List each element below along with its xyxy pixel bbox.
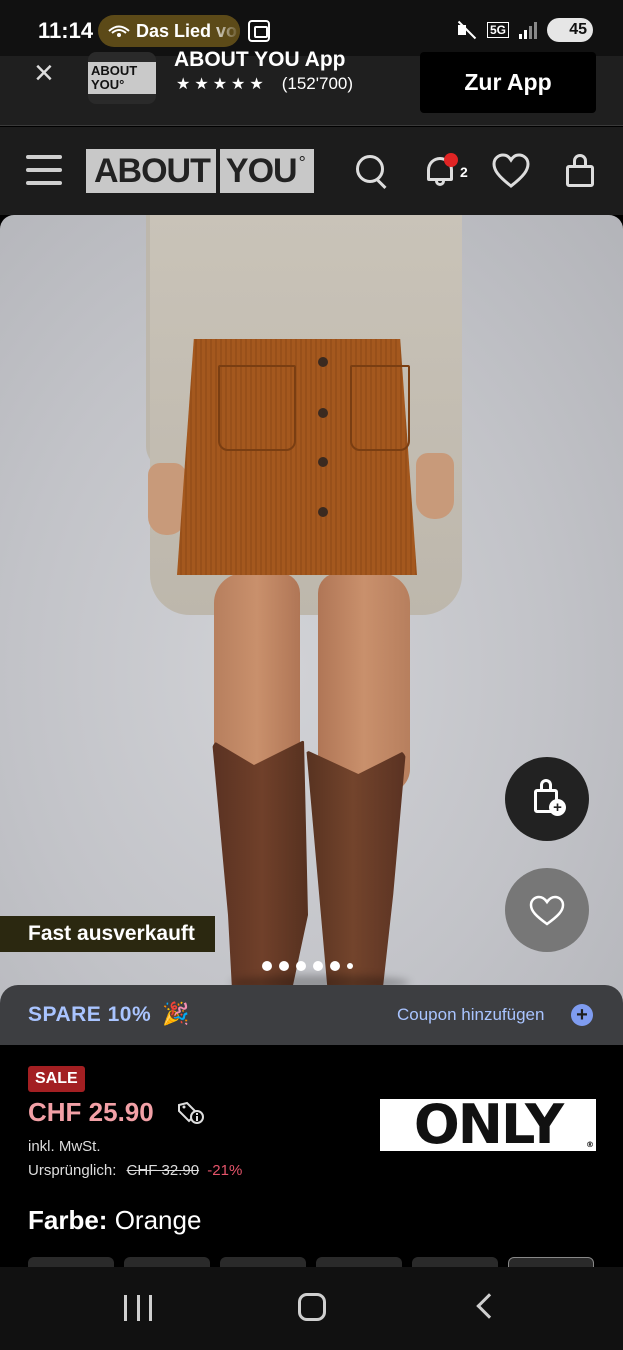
color-swatch[interactable] — [412, 1257, 498, 1267]
color-swatch[interactable] — [124, 1257, 210, 1267]
brand-registered-mark: ® — [586, 1140, 594, 1149]
color-swatch[interactable] — [28, 1257, 114, 1267]
signal-icon — [519, 21, 537, 39]
color-value: Orange — [114, 1205, 202, 1235]
color-swatch[interactable] — [316, 1257, 402, 1267]
battery-indicator: 45 — [547, 18, 593, 42]
tax-note: inkl. MwSt. — [28, 1138, 101, 1155]
app-rating: ★★★★★ (152'700) — [176, 74, 353, 94]
add-to-bag-button[interactable]: + — [505, 757, 589, 841]
media-wave-icon — [108, 25, 130, 37]
gallery-dot[interactable] — [347, 963, 353, 969]
product-image-gallery[interactable]: + Fast ausverkauft — [0, 215, 623, 1045]
logo-word-you: YOU — [225, 152, 298, 190]
gallery-dot[interactable] — [313, 961, 323, 971]
close-icon[interactable]: × — [34, 56, 54, 90]
site-header: ABOUT YOU ° 2 — [0, 127, 623, 215]
network-type: 5G — [486, 22, 509, 38]
brand-logo[interactable]: ONLY ® — [380, 1099, 596, 1151]
logo-mark: ° — [298, 153, 306, 173]
app-download-banner: × ABOUT YOU° ABOUT YOU App ★★★★★ (152'70… — [0, 48, 623, 126]
original-price-line: Ursprünglich: CHF 32.90 -21% — [28, 1162, 242, 1179]
add-coupon-link[interactable]: Coupon hinzufügen — [397, 1005, 544, 1025]
discount-percent: -21% — [207, 1162, 243, 1179]
original-price-label: Ursprünglich: — [28, 1162, 117, 1179]
menu-icon[interactable] — [26, 155, 62, 185]
add-coupon-plus-icon[interactable]: + — [571, 1004, 593, 1026]
price-tag-info-icon[interactable] — [177, 1101, 205, 1125]
gallery-dot[interactable] — [279, 961, 289, 971]
site-logo[interactable]: ABOUT YOU ° — [86, 149, 314, 193]
screen-capture-icon — [248, 20, 270, 42]
open-app-button[interactable]: Zur App — [420, 52, 596, 113]
app-logo: ABOUT YOU° — [88, 52, 156, 104]
search-icon[interactable] — [356, 155, 390, 189]
home-icon[interactable] — [298, 1293, 326, 1321]
status-time: 11:14 — [38, 18, 94, 43]
color-swatch[interactable] — [220, 1257, 306, 1267]
banner-title: ABOUT YOU App — [174, 48, 346, 71]
gallery-pagination[interactable] — [262, 961, 353, 971]
color-swatch[interactable] — [508, 1257, 594, 1267]
logo-word-about: ABOUT — [94, 152, 211, 190]
notification-count: 2 — [460, 164, 468, 180]
gallery-dot[interactable] — [262, 961, 272, 971]
app-logo-text: ABOUT YOU° — [88, 62, 156, 94]
heart-icon — [529, 895, 565, 926]
coupon-bar: SPARE 10% 🎉 Coupon hinzufügen + — [0, 985, 623, 1045]
media-pill[interactable]: Das Lied vo — [98, 15, 240, 47]
system-navigation-bar — [0, 1267, 623, 1350]
brand-name: ONLY — [413, 1099, 564, 1151]
recent-apps-icon[interactable] — [124, 1295, 152, 1321]
star-rating-icon: ★★★★★ — [176, 76, 268, 93]
back-icon[interactable] — [476, 1293, 502, 1319]
sale-badge: SALE — [28, 1066, 85, 1092]
price-section: SALE CHF 25.90 inkl. MwSt. Ursprünglich:… — [0, 1045, 623, 1267]
mute-icon — [455, 19, 477, 41]
coupon-label: SPARE 10% — [28, 1003, 152, 1026]
party-popper-icon: 🎉 — [162, 1001, 190, 1026]
gallery-dot[interactable] — [296, 961, 306, 971]
original-price: CHF 32.90 — [126, 1162, 200, 1179]
shopping-bag-icon[interactable] — [564, 153, 596, 189]
wishlist-heart-icon[interactable] — [492, 153, 530, 189]
gallery-dot[interactable] — [330, 961, 340, 971]
bell-icon[interactable] — [425, 153, 458, 187]
stock-badge: Fast ausverkauft — [0, 916, 215, 952]
rating-count: (152'700) — [281, 74, 354, 93]
color-selection-label: Farbe: Orange — [28, 1205, 201, 1236]
add-to-wishlist-button[interactable] — [505, 868, 589, 952]
color-swatches — [28, 1257, 594, 1267]
current-price: CHF 25.90 — [28, 1097, 154, 1127]
color-label: Farbe: — [28, 1205, 108, 1235]
